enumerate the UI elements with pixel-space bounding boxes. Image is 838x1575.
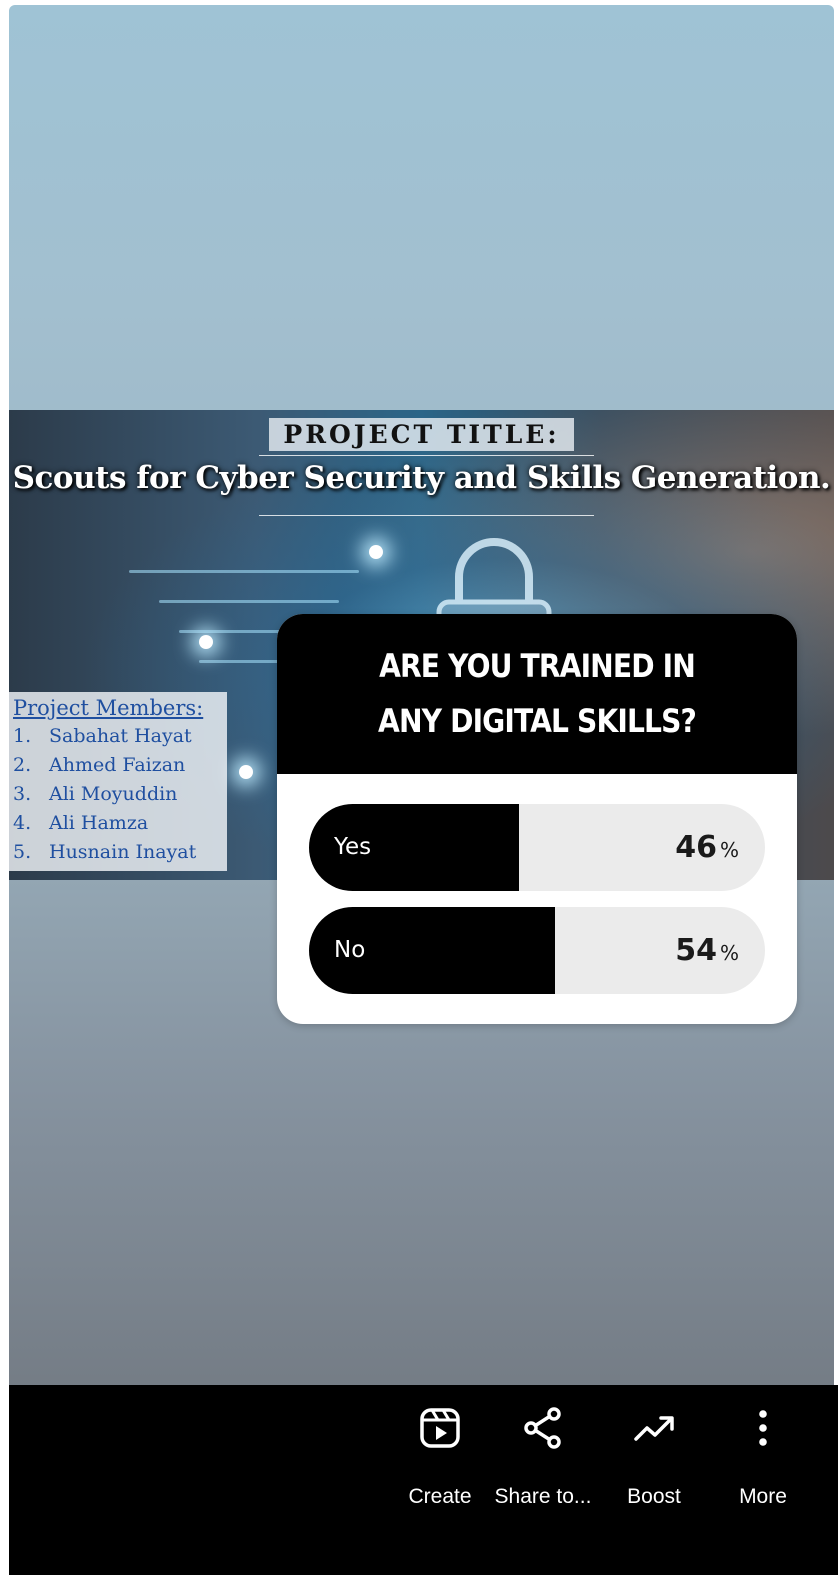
project-members-panel: Project Members: 1. Sabahat Hayat 2. Ahmed… <box>9 692 227 871</box>
member-item: 1. Sabahat Hayat <box>13 725 192 747</box>
members-heading: Project Members: <box>13 696 204 720</box>
share-icon <box>524 1407 561 1449</box>
member-item: 2. Ahmed Faizan <box>13 754 186 776</box>
light-flare <box>239 765 253 779</box>
more-vertical-icon <box>759 1410 767 1446</box>
member-item: 3. Ali Moyuddin <box>13 783 178 805</box>
share-button[interactable]: Share to... <box>488 1405 598 1509</box>
poll-option-no[interactable]: No 54% <box>309 907 765 994</box>
poll-option-percent: 46% <box>675 830 739 865</box>
divider <box>259 455 594 456</box>
light-streak <box>129 570 359 573</box>
poll-option-percent: 54% <box>675 933 739 968</box>
create-button[interactable]: Create <box>385 1405 495 1509</box>
light-streak <box>159 600 339 603</box>
light-flare <box>369 545 383 559</box>
project-title: Scouts for Cyber Security and Skills Gen… <box>12 460 831 496</box>
more-button[interactable]: More <box>708 1405 818 1509</box>
poll-option-label: No <box>334 937 366 963</box>
member-item: 5. Husnain Inayat <box>13 841 197 863</box>
trending-up-icon <box>634 1416 674 1441</box>
light-flare <box>199 635 213 649</box>
story-action-bar: Create Share to... Boost More <box>9 1385 838 1575</box>
poll-sticker: ARE YOU TRAINED IN ANY DIGITAL SKILLS? Y… <box>277 614 797 1024</box>
divider <box>259 515 594 516</box>
project-title-label: PROJECT TITLE: <box>9 418 834 451</box>
reels-icon <box>420 1408 460 1448</box>
member-item: 4. Ali Hamza <box>13 812 149 834</box>
poll-option-yes[interactable]: Yes 46% <box>309 804 765 891</box>
boost-button[interactable]: Boost <box>599 1405 709 1509</box>
poll-question: ARE YOU TRAINED IN ANY DIGITAL SKILLS? <box>277 614 797 774</box>
poll-option-label: Yes <box>334 834 372 860</box>
